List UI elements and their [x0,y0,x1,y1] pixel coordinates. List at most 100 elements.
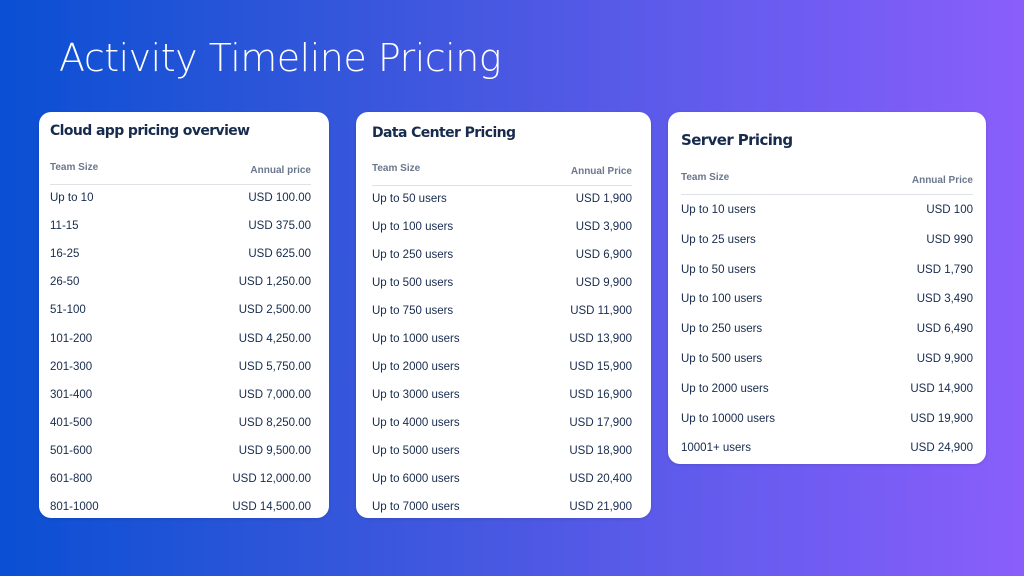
team-size-cell: Up to 250 users [681,323,763,336]
annual-price-cell: USD 3,900 [575,221,632,233]
table-row: Up to 50 users USD 1,790 [681,260,973,280]
annual-price-cell: USD 14,900 [910,382,973,395]
annual-price-cell: USD 625.00 [248,248,311,261]
team-size-cell: Up to 500 users [372,277,454,289]
team-size-cell: Up to 10 [50,192,94,204]
table-row: 11-15 USD 375.00 [50,216,311,236]
team-size-cell: Up to 1000 users [372,333,460,345]
annual-price-cell: USD 100.00 [248,192,311,204]
table-row: Up to 5000 users USD 18,900 [372,441,632,461]
team-size-cell: Up to 3000 users [372,389,460,401]
table-row: Up to 4000 users USD 17,900 [372,413,632,433]
team-size-cell: 11-15 [50,220,79,233]
table-row: Up to 7000 users USD 21,900 [372,497,632,517]
table-row: Up to 250 users USD 6,900 [372,245,632,265]
table-row: 26-50 USD 1,250.00 [50,272,311,292]
table-row: Up to 10 USD 100.00 [50,188,311,208]
annual-price-cell: USD 24,900 [910,442,973,455]
annual-price-cell: USD 1,250.00 [238,276,311,289]
server-pricing-card: Server Pricing Team Size Annual Price Up… [668,112,986,464]
annual-price-cell: USD 19,900 [910,412,973,425]
annual-price-cell: USD 990 [926,233,973,246]
table-row: 16-25 USD 625.00 [50,244,311,264]
annual-price-cell: USD 9,900 [916,353,973,365]
annual-price-cell: USD 14,500.00 [232,501,311,514]
table-row: Up to 50 users USD 1,900 [372,189,632,209]
header-divider [50,184,311,185]
team-size-cell: Up to 4000 users [372,417,460,429]
table-row: 301-400 USD 7,000.00 [50,385,311,405]
annual-price-cell: USD 2,500.00 [238,304,311,317]
page-title: Activity Timeline Pricing [59,36,502,80]
annual-price-cell: USD 15,900 [569,361,632,373]
team-size-cell: Up to 50 users [681,263,756,276]
team-size-cell: 51-100 [50,304,86,317]
table-row: Up to 500 users USD 9,900 [681,349,973,369]
annual-price-cell: USD 17,900 [569,417,632,429]
team-size-cell: Up to 100 users [372,221,454,233]
team-size-cell: 501-600 [50,444,93,457]
annual-price-cell: USD 1,900 [575,193,632,205]
card-title: Data Center Pricing [372,125,516,141]
team-size-cell: 401-500 [50,416,93,429]
annual-price-cell: USD 8,250.00 [238,416,311,429]
table-row: Up to 750 users USD 11,900 [372,301,632,321]
annual-price-cell: USD 20,400 [569,473,632,485]
table-row: Up to 25 users USD 990 [681,230,973,250]
annual-price-cell: USD 13,900 [569,333,632,345]
table-row: Up to 2000 users USD 14,900 [681,379,973,399]
table-row: Up to 100 users USD 3,900 [372,217,632,237]
table-row: Up to 2000 users USD 15,900 [372,357,632,377]
team-size-cell: 801-1000 [50,501,99,514]
team-size-cell: 26-50 [50,276,80,289]
team-size-cell: Up to 750 users [372,305,454,317]
table-row: 601-800 USD 12,000.00 [50,469,311,489]
column-header-annual-price: Annual Price [911,175,973,186]
annual-price-cell: USD 1,790 [916,263,973,276]
table-row: Up to 100 users USD 3,490 [681,289,973,309]
team-size-cell: Up to 6000 users [372,473,460,485]
team-size-cell: 301-400 [50,388,93,401]
team-size-cell: 201-300 [50,360,93,373]
team-size-cell: Up to 25 users [681,233,756,246]
annual-price-cell: USD 16,900 [569,389,632,401]
annual-price-cell: USD 18,900 [569,445,632,457]
card-title: Cloud app pricing overview [50,123,250,139]
annual-price-cell: USD 6,900 [575,249,632,261]
column-header-team-size: Team Size [681,172,730,183]
column-header-annual-price: Annual Price [570,166,632,177]
header-divider [681,194,973,195]
table-row: 51-100 USD 2,500.00 [50,300,311,320]
annual-price-cell: USD 9,500.00 [238,444,311,457]
annual-price-cell: USD 6,490 [916,323,973,336]
table-row: Up to 6000 users USD 20,400 [372,469,632,489]
annual-price-cell: USD 9,900 [575,277,632,289]
team-size-cell: Up to 10000 users [681,412,775,425]
team-size-cell: 10001+ users [681,442,752,455]
table-row: 101-200 USD 4,250.00 [50,329,311,349]
team-size-cell: Up to 100 users [681,293,763,306]
annual-price-cell: USD 12,000.00 [232,473,311,485]
table-row: Up to 10 users USD 100 [681,200,973,220]
table-row: 801-1000 USD 14,500.00 [50,497,311,517]
annual-price-cell: USD 11,900 [570,305,632,317]
table-row: Up to 250 users USD 6,490 [681,319,973,339]
team-size-cell: Up to 500 users [681,353,763,365]
cloud-pricing-card: Cloud app pricing overview Team Size Ann… [39,112,329,518]
annual-price-cell: USD 4,250.00 [238,332,311,345]
annual-price-cell: USD 21,900 [569,501,632,513]
table-row: Up to 1000 users USD 13,900 [372,329,632,349]
column-header-team-size: Team Size [372,163,421,174]
annual-price-cell: USD 7,000.00 [238,388,311,401]
team-size-cell: 601-800 [50,473,93,485]
team-size-cell: Up to 2000 users [681,382,769,395]
annual-price-cell: USD 375.00 [248,220,311,233]
team-size-cell: 16-25 [50,248,80,261]
table-row: Up to 3000 users USD 16,900 [372,385,632,405]
table-row: 201-300 USD 5,750.00 [50,357,311,377]
data-center-pricing-card: Data Center Pricing Team Size Annual Pri… [356,112,651,518]
column-header-team-size: Team Size [50,162,99,173]
table-row: 10001+ users USD 24,900 [681,438,973,458]
table-row: 401-500 USD 8,250.00 [50,413,311,433]
team-size-cell: Up to 250 users [372,249,454,261]
